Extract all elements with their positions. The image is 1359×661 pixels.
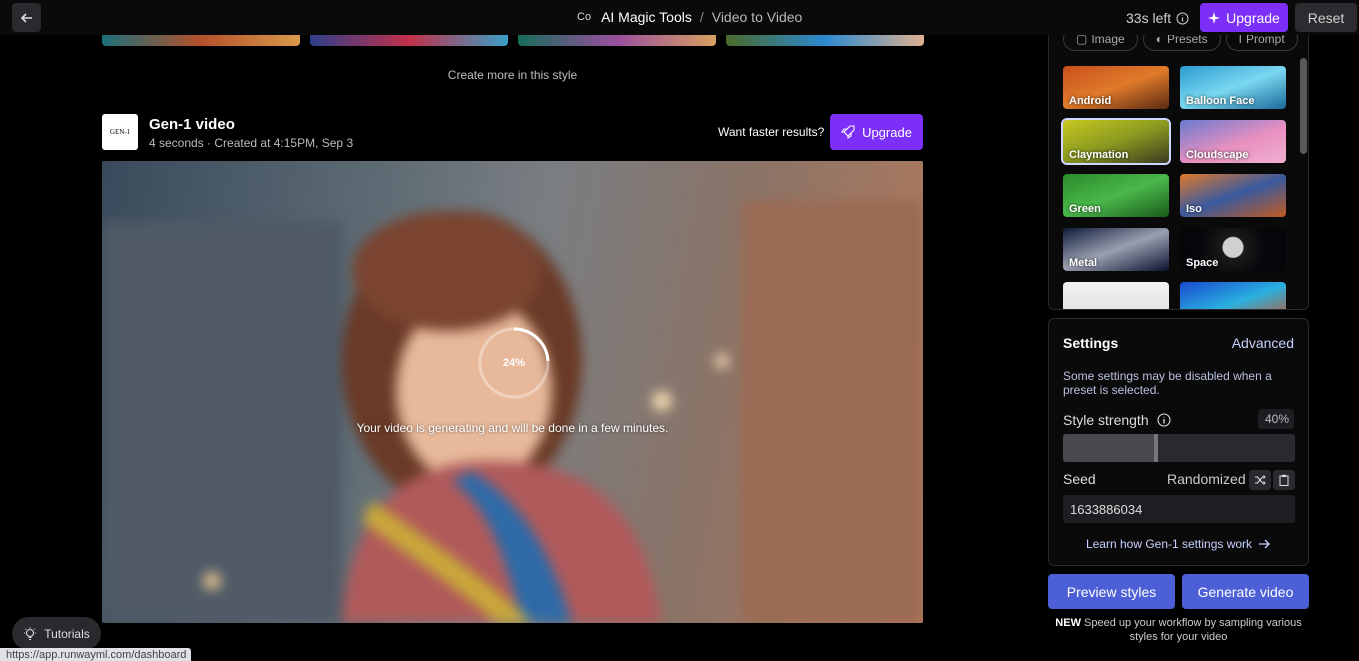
time-left: 33s left	[1126, 10, 1189, 26]
shuffle-seed-button[interactable]	[1249, 470, 1271, 490]
presets-panel: ▢ Image ◐ Presets I Prompt Android Ballo…	[1048, 35, 1309, 310]
rocket-icon	[841, 125, 855, 139]
preset-label: Green	[1069, 203, 1101, 215]
style-strength-slider[interactable]	[1063, 434, 1295, 462]
image-icon: ▢	[1076, 35, 1088, 46]
preset-partial[interactable]	[1063, 282, 1169, 309]
progress-percent: 24%	[502, 357, 526, 369]
status-bar-url: https://app.runwayml.com/dashboard	[0, 648, 191, 661]
tutorials-label: Tutorials	[44, 626, 90, 641]
upgrade-faster-label: Upgrade	[862, 124, 912, 140]
style-strength-text: Style strength	[1063, 412, 1149, 428]
gallery-thumbnail[interactable]	[102, 35, 300, 46]
preset-label: Claymation	[1069, 149, 1129, 161]
preset-metal[interactable]: Metal	[1063, 228, 1169, 271]
tutorials-button[interactable]: Tutorials	[12, 617, 101, 650]
gen1-logo: GEN-1	[102, 114, 138, 150]
seed-input[interactable]	[1063, 495, 1295, 523]
sparkle-icon	[1208, 11, 1221, 24]
info-icon[interactable]	[1157, 413, 1171, 427]
slider-fill	[1063, 434, 1156, 462]
preview-styles-button[interactable]: Preview styles	[1048, 574, 1175, 609]
settings-title: Settings	[1063, 335, 1119, 351]
preset-partial[interactable]	[1180, 282, 1286, 309]
tab-presets-label: Presets	[1166, 35, 1208, 46]
preset-cloudscape[interactable]: Cloudscape	[1180, 120, 1286, 163]
seed-label: Seed	[1063, 471, 1096, 487]
preset-android[interactable]: Android	[1063, 66, 1169, 109]
gallery-thumbnail[interactable]	[310, 35, 508, 46]
preset-label: Android	[1069, 95, 1112, 107]
preset-iso[interactable]: Iso	[1180, 174, 1286, 217]
tab-image[interactable]: ▢ Image	[1063, 35, 1138, 51]
video-preview: 24% Your video is generating and will be…	[102, 161, 923, 623]
breadcrumb: Co AI Magic Tools / Video to Video	[577, 9, 802, 25]
randomized-label: Randomized	[1167, 471, 1246, 487]
preset-label: Metal	[1069, 257, 1098, 269]
reset-button[interactable]: Reset	[1295, 3, 1357, 32]
tab-presets[interactable]: ◐ Presets	[1142, 35, 1221, 51]
gallery-thumbnail[interactable]	[518, 35, 716, 46]
new-feature-note: NEW Speed up your workflow by sampling v…	[1048, 616, 1309, 644]
generating-message: Your video is generating and will be don…	[356, 421, 669, 435]
tab-prompt[interactable]: I Prompt	[1225, 35, 1298, 51]
settings-panel: Settings Advanced Some settings may be d…	[1048, 318, 1309, 566]
style-strength-value[interactable]: 40%	[1258, 409, 1294, 429]
gallery-thumbnail[interactable]	[726, 35, 924, 46]
preset-claymation[interactable]: Claymation	[1061, 118, 1171, 165]
job-title: Gen-1 video	[149, 116, 235, 133]
upgrade-label: Upgrade	[1226, 9, 1280, 26]
generate-video-button[interactable]: Generate video	[1182, 574, 1309, 609]
prompt-icon: I	[1238, 35, 1242, 46]
preset-label: Space	[1186, 257, 1219, 269]
info-icon[interactable]	[1176, 12, 1189, 25]
create-more-link[interactable]: Create more in this style	[0, 68, 1025, 82]
slider-handle[interactable]	[1153, 434, 1158, 462]
arrow-left-icon	[20, 12, 32, 23]
style-strength-label: Style strength	[1063, 412, 1171, 428]
preset-tabs: ▢ Image ◐ Presets I Prompt	[1063, 35, 1298, 51]
breadcrumb-page: Video to Video	[711, 9, 803, 25]
copy-seed-button[interactable]	[1273, 470, 1295, 490]
preset-space[interactable]: Space	[1180, 228, 1286, 271]
tab-prompt-label: Prompt	[1245, 35, 1285, 46]
shuffle-icon	[1255, 475, 1266, 485]
job-meta: 4 seconds · Created at 4:15PM, Sep 3	[149, 136, 354, 150]
breadcrumb-tool[interactable]: AI Magic Tools	[601, 9, 692, 25]
preset-label: Balloon Face	[1186, 95, 1255, 107]
presets-icon: ◐	[1155, 35, 1163, 46]
time-left-text: 33s left	[1126, 10, 1172, 26]
settings-note: Some settings may be disabled when a pre…	[1063, 369, 1272, 397]
faster-results-prompt: Want faster results?	[718, 125, 825, 139]
advanced-link[interactable]: Advanced	[1232, 335, 1294, 351]
preset-label: Cloudscape	[1186, 149, 1249, 161]
preset-green[interactable]: Green	[1063, 174, 1169, 217]
arrow-right-icon	[1259, 539, 1270, 549]
upgrade-button[interactable]: Upgrade	[1200, 3, 1288, 32]
preset-label: Iso	[1186, 203, 1202, 215]
lightbulb-icon	[24, 627, 37, 640]
new-badge: NEW	[1055, 617, 1081, 629]
presets-scrollbar[interactable]	[1300, 58, 1307, 154]
preset-balloon-face[interactable]: Balloon Face	[1180, 66, 1286, 109]
top-bar: Co AI Magic Tools / Video to Video 33s l…	[0, 0, 1359, 35]
learn-settings-text: Learn how Gen-1 settings work	[1085, 537, 1253, 551]
back-button[interactable]	[12, 3, 41, 32]
learn-settings-link[interactable]: Learn how Gen-1 settings work	[1049, 537, 1308, 551]
upgrade-faster-button[interactable]: Upgrade	[830, 114, 923, 150]
new-feature-text: Speed up your workflow by sampling vario…	[1084, 617, 1302, 643]
clipboard-icon	[1279, 474, 1289, 486]
breadcrumb-separator: /	[699, 9, 704, 25]
app-logo: Co	[577, 11, 592, 23]
tab-image-label: Image	[1091, 35, 1125, 46]
